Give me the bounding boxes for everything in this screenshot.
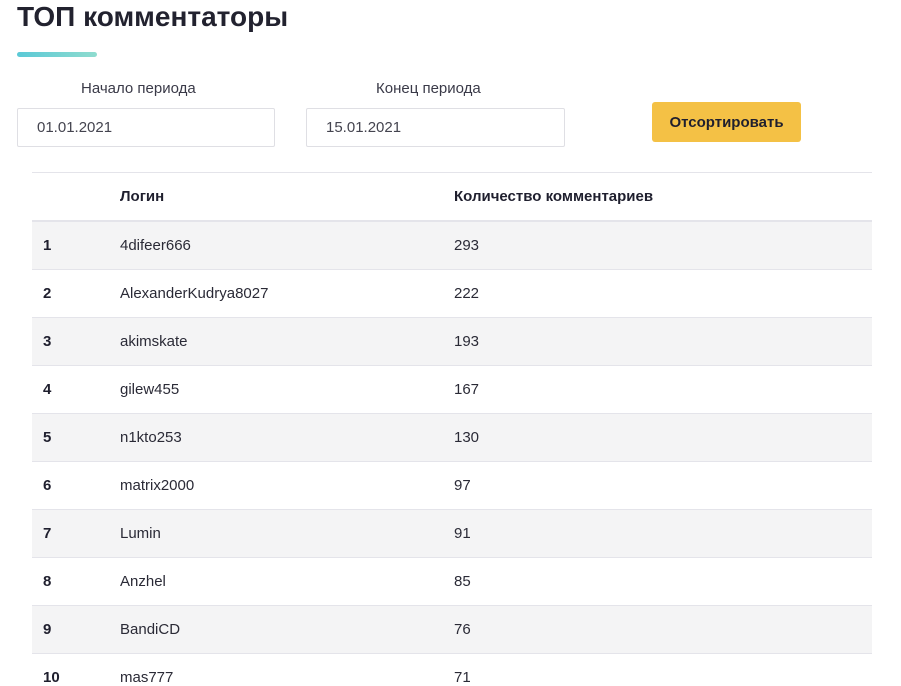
table-row: 3 akimskate 193 (32, 317, 872, 366)
page: ТОП комментаторы Начало периода Конец пе… (0, 0, 901, 686)
end-date-label: Конец периода (376, 80, 481, 97)
table-header-row: Логин Количество комментариев (32, 172, 872, 222)
table-row: 8 Anzhel 85 (32, 558, 872, 606)
row-rank: 5 (43, 429, 52, 446)
row-login: gilew455 (120, 381, 180, 398)
row-rank: 4 (43, 381, 52, 398)
start-date-label: Начало периода (81, 80, 196, 97)
row-login: Anzhel (120, 573, 166, 590)
row-login: matrix2000 (120, 477, 195, 494)
table-row: 4 gilew455 167 (32, 366, 872, 414)
end-date-input[interactable] (306, 108, 565, 147)
table-row: 1 4difeer666 293 (32, 221, 872, 270)
table-row: 9 BandiCD 76 (32, 605, 872, 654)
table-row: 7 Lumin 91 (32, 509, 872, 558)
column-header-rank (32, 173, 120, 222)
page-title: ТОП комментаторы (17, 1, 289, 32)
table-body: 1 4difeer666 293 2 AlexanderKudrya8027 2… (32, 221, 872, 686)
row-count: 130 (454, 429, 480, 446)
column-header-count: Количество комментариев (454, 188, 654, 205)
row-count: 222 (454, 285, 480, 302)
row-rank: 1 (43, 237, 52, 254)
table-row: 2 AlexanderKudrya8027 222 (32, 270, 872, 318)
sort-button[interactable]: Отсортировать (652, 102, 801, 142)
row-login: BandiCD (120, 621, 181, 638)
row-login: AlexanderKudrya8027 (120, 285, 269, 302)
row-count: 76 (454, 621, 471, 638)
row-login: n1kto253 (120, 429, 182, 446)
row-rank: 7 (43, 525, 52, 542)
row-rank: 3 (43, 333, 52, 350)
row-rank: 9 (43, 621, 52, 638)
row-login: Lumin (120, 525, 161, 542)
row-rank: 8 (43, 573, 52, 590)
row-count: 97 (454, 477, 471, 494)
title-underline (17, 52, 97, 57)
row-count: 293 (454, 237, 480, 254)
start-date-input[interactable] (17, 108, 275, 147)
row-login: akimskate (120, 333, 188, 350)
table-header: Логин Количество комментариев (32, 172, 872, 222)
row-count: 85 (454, 573, 471, 590)
row-login: 4difeer666 (120, 237, 191, 254)
column-header-login: Логин (120, 188, 165, 205)
row-count: 167 (454, 381, 480, 398)
row-rank: 6 (43, 477, 52, 494)
row-rank: 2 (43, 285, 52, 302)
row-login: mas777 (120, 669, 174, 686)
row-count: 91 (454, 525, 471, 542)
table-row: 10 mas777 71 (32, 654, 872, 686)
row-rank: 10 (43, 669, 60, 686)
table-row: 6 matrix2000 97 (32, 462, 872, 510)
table-row: 5 n1kto253 130 (32, 413, 872, 462)
row-count: 193 (454, 333, 480, 350)
row-count: 71 (454, 669, 471, 686)
commenters-table: Логин Количество комментариев 1 4difeer6… (32, 172, 872, 686)
